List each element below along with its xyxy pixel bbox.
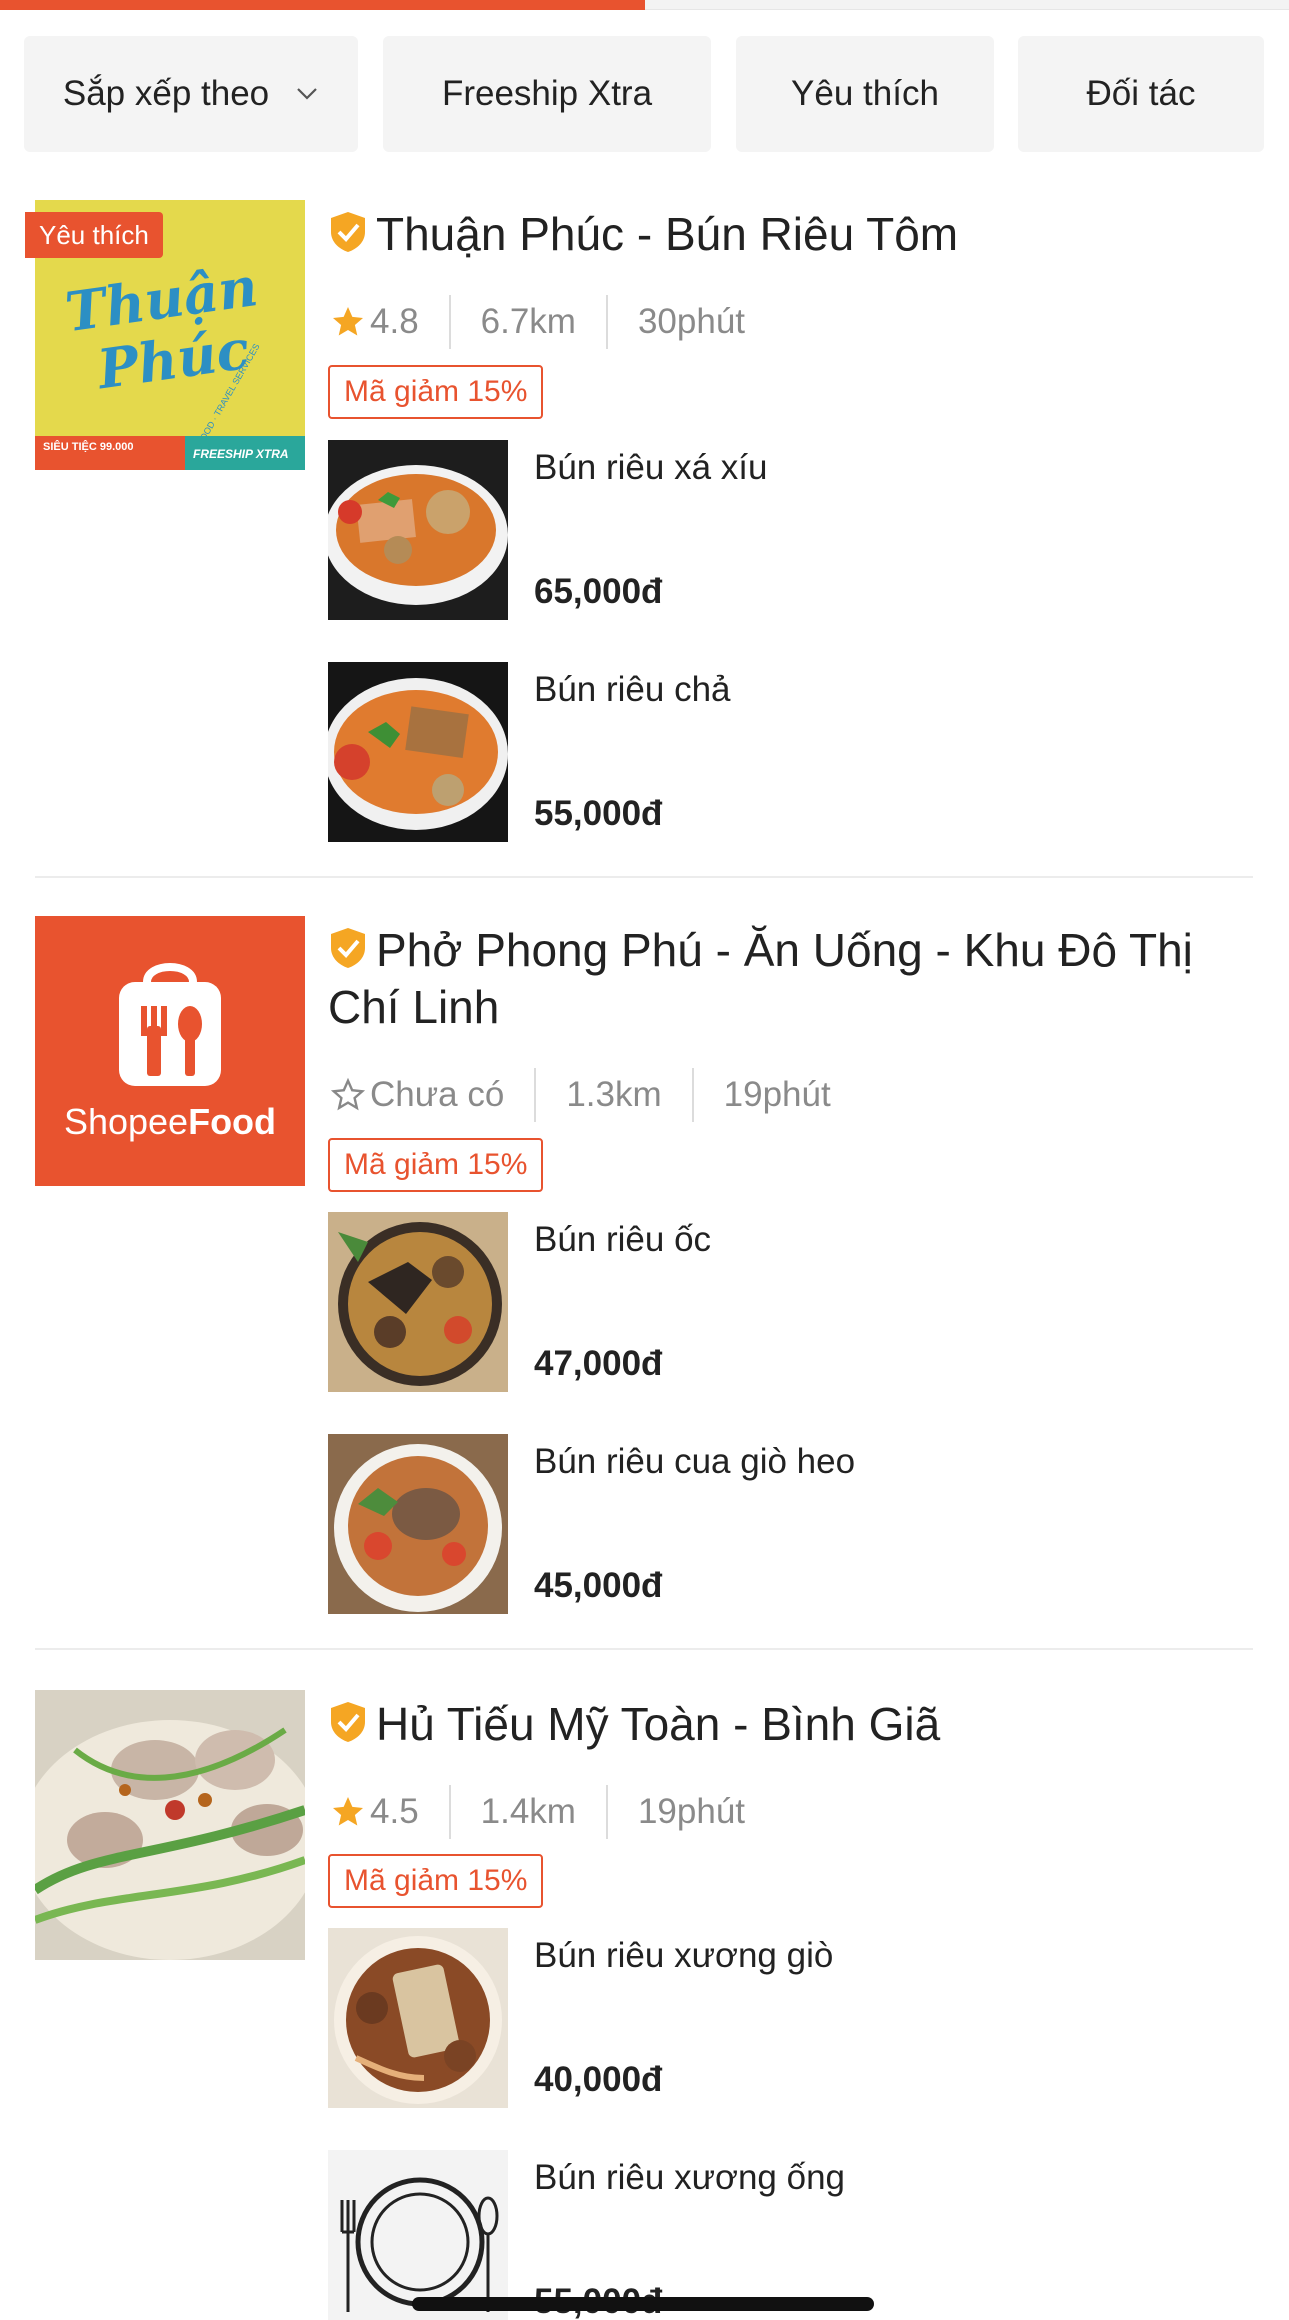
verified-shield-icon [331,212,365,252]
meta-divider [534,1068,537,1122]
noodle-bowl-image [328,662,508,842]
sort-by-label: Sắp xếp theo [62,74,270,113]
shop-divider [35,876,1253,878]
meta-divider [605,295,608,349]
shop-name: Hủ Tiếu Mỹ Toàn - Bình Giã [376,1698,941,1750]
dish-price: 47,000đ [534,1344,663,1383]
meta-divider [691,1068,694,1122]
dish-image [328,1928,508,2108]
dish-name: Bún riêu xá xíu [534,448,768,487]
loading-progress-fill [0,0,645,10]
shop-name: Thuận Phúc - Bún Riêu Tôm [376,208,959,260]
voucher-tag: Mã giảm 15% [328,365,544,419]
favorite-badge: Yêu thích [25,212,163,258]
shop-meta: Chưa có 1.3km 19phút [330,1065,831,1125]
dish-item[interactable]: Bún riêu xương giò 40,000đ [328,1928,1258,2108]
logo-tag-left: SIÊU TIỆC 99.000 [43,440,134,453]
filter-bar: Sắp xếp theo Freeship Xtra Yêu thích Đối… [0,10,1289,180]
freeship-xtra-filter[interactable]: Freeship Xtra [383,36,711,152]
shop-title[interactable]: Thuận Phúc - Bún Riêu Tôm [328,206,1258,263]
dish-item[interactable]: Bún riêu chả 55,000đ [328,662,1258,842]
star-filled-icon [333,307,363,336]
shop-delivery-time: 30phút [637,302,746,341]
meta-divider [605,1785,608,1839]
noodle-bowl-image [328,1928,508,2108]
voucher-tag: Mã giảm 15% [328,1854,544,1908]
shop-meta: 4.8 6.7km 30phút [330,292,745,352]
dish-item[interactable]: Bún riêu ốc 47,000đ [328,1212,1258,1392]
dish-name: Bún riêu cua giò heo [534,1442,856,1481]
dish-image [328,662,508,842]
plate-cutlery-icon [328,2150,508,2320]
shop-logo [35,1690,305,1960]
partner-filter[interactable]: Đối tác [1018,36,1264,152]
verified-shield-icon [331,1702,365,1742]
dish-price: 45,000đ [534,1566,663,1605]
logo-text-shopee: Shopee [64,1101,188,1142]
shop-logo: ShopeeFood [35,916,305,1186]
star-outline-icon [330,1077,366,1111]
shop-distance: 1.3km [566,1075,662,1114]
favorite-filter[interactable]: Yêu thích [736,36,994,152]
dish-item[interactable]: Bún riêu xương ống 55,000đ [328,2150,1258,2320]
dish-image [328,1212,508,1392]
freeship-xtra-label: Freeship Xtra [441,74,653,113]
meta-divider [448,1785,451,1839]
logo-tag-right: FREESHIP XTRA [193,447,289,461]
dish-price: 40,000đ [534,2060,663,2099]
dish-price: 55,000đ [534,794,663,833]
dish-name: Bún riêu xương ống [534,2158,846,2197]
shopeefood-logo-image: ShopeeFood [35,916,305,1186]
verified-shield-icon [331,928,365,968]
svg-text:ShopeeFood: ShopeeFood [64,1101,276,1142]
logo-text-food: Food [188,1101,276,1142]
shop-rating: 4.5 [370,1792,419,1831]
sort-by-dropdown[interactable]: Sắp xếp theo [24,36,358,152]
noodle-bowl-image [328,1212,508,1392]
shop-divider [35,1648,1253,1650]
shop-title[interactable]: Phở Phong Phú - Ăn Uống - Khu Đô Thị Chí… [328,922,1258,1036]
star-filled-icon [333,1797,363,1826]
noodle-bowl-image [328,1434,508,1614]
shop-rating: Chưa có [370,1075,505,1114]
dish-name: Bún riêu chả [534,670,731,709]
dish-item[interactable]: Bún riêu xá xíu 65,000đ [328,440,1258,620]
dish-name: Bún riêu ốc [534,1220,712,1259]
meta-divider [448,295,451,349]
chevron-down-icon [297,88,317,100]
dish-item[interactable]: Bún riêu cua giò heo 45,000đ [328,1434,1258,1614]
voucher-tag: Mã giảm 15% [328,1138,544,1192]
shop-meta: 4.5 1.4km 19phút [330,1782,745,1842]
dish-image [328,440,508,620]
dish-image [328,1434,508,1614]
dish-name: Bún riêu xương giò [534,1936,834,1975]
shop-delivery-time: 19phút [637,1792,746,1831]
noodle-bowl-image [328,440,508,620]
loading-progress-bar [0,0,1289,10]
shop-distance: 1.4km [480,1792,576,1831]
shop-distance: 6.7km [480,302,576,341]
shop-rating: 4.8 [370,302,419,341]
home-indicator[interactable] [412,2297,874,2311]
shop-title[interactable]: Hủ Tiếu Mỹ Toàn - Bình Giã [328,1696,1258,1753]
dish-price: 65,000đ [534,572,663,611]
shop-delivery-time: 19phút [723,1075,831,1114]
partner-label: Đối tác [1086,74,1196,113]
hu-tieu-bowl-image [35,1690,305,1960]
dish-image-placeholder [328,2150,508,2320]
shop-name: Phở Phong Phú - Ăn Uống - Khu Đô Thị Chí… [328,924,1193,1033]
favorite-label: Yêu thích [791,74,939,113]
